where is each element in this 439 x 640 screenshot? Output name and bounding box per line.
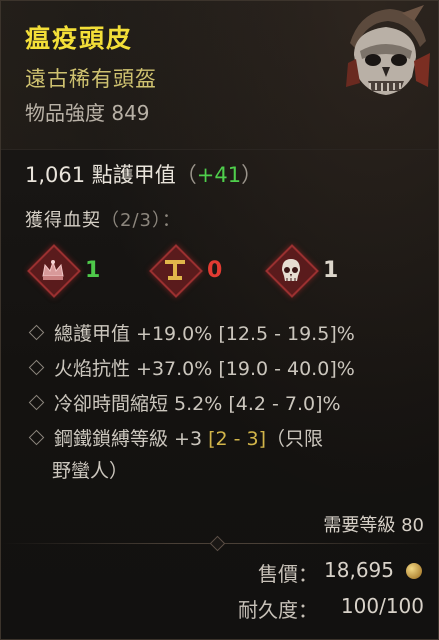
crown-pact-icon (27, 244, 81, 298)
affix-range: [2 - 3] (208, 428, 267, 450)
affix-text: 冷卻時間縮短 5.2% [4.2 - 7.0]% (54, 393, 341, 415)
item-name: 瘟疫頭皮 (25, 24, 134, 53)
gold-coin-icon (406, 563, 422, 579)
affix-row: 火焰抗性 +37.0% [19.0 - 40.0]% (28, 354, 355, 381)
armor-bonus-close: ） (241, 163, 263, 187)
price-label: 售價： (258, 562, 318, 586)
armor-text: 1,061 點護甲值 (25, 163, 176, 187)
item-tooltip: 瘟疫頭皮 遠古稀有頭盔 物品強度 849 1,061 點護甲值（+41） 獲得血… (0, 0, 439, 640)
durability-label: 耐久度： (238, 598, 318, 622)
pact-skull-count: 1 (323, 257, 339, 283)
affix-row: 總護甲值 +19.0% [12.5 - 19.5]% (28, 319, 355, 346)
pact-chalice: 0 (149, 244, 223, 298)
item-power: 物品強度 849 (25, 101, 150, 125)
item-type: 遠古稀有頭盔 (25, 67, 157, 91)
affix-text: 總護甲值 +19.0% [12.5 - 19.5]% (54, 323, 355, 345)
price-value: 18,695 (324, 558, 394, 582)
affix-text: 火焰抗性 +37.0% [19.0 - 40.0]% (54, 358, 355, 380)
skull-pact-icon (265, 244, 319, 298)
affix-text: 鋼鐵鎖縛等級 +3 (54, 428, 209, 450)
affix-bullet-icon (28, 359, 45, 376)
divider-gem-icon (209, 535, 226, 552)
affix-row: 冷卻時間縮短 5.2% [4.2 - 7.0]% (28, 389, 341, 416)
chalice-pact-icon (149, 244, 203, 298)
affix-bullet-icon (28, 429, 45, 446)
barbarian-helm-art-icon (346, 5, 430, 95)
tooltip-header: 瘟疫頭皮 遠古稀有頭盔 物品強度 849 (1, 1, 438, 150)
affix-bullet-icon (28, 324, 45, 341)
blood-pact-label: 獲得血契 (25, 210, 101, 231)
armor-bonus: +41 (196, 163, 242, 187)
blood-pact-count: （2/3）： (101, 210, 181, 231)
durability-value: 100/100 (340, 594, 424, 618)
blood-pact-title: 獲得血契（2/3）： (25, 206, 181, 232)
affix-text-b: （只限 (266, 428, 324, 450)
level-requirement: 需要等級 80 (323, 515, 424, 536)
pact-crown-count: 1 (85, 257, 101, 283)
pact-skull: 1 (265, 244, 339, 298)
pact-chalice-count: 0 (207, 257, 223, 283)
affix-row: 鋼鐵鎖縛等級 +3 [2 - 3]（只限 (28, 424, 324, 451)
armor-bonus-open: （ (175, 163, 197, 187)
armor-value: 1,061 點護甲值（+41） (25, 159, 262, 189)
pact-crown: 1 (27, 244, 101, 298)
affix-continuation: 野蠻人） (52, 460, 129, 482)
affix-bullet-icon (28, 394, 45, 411)
